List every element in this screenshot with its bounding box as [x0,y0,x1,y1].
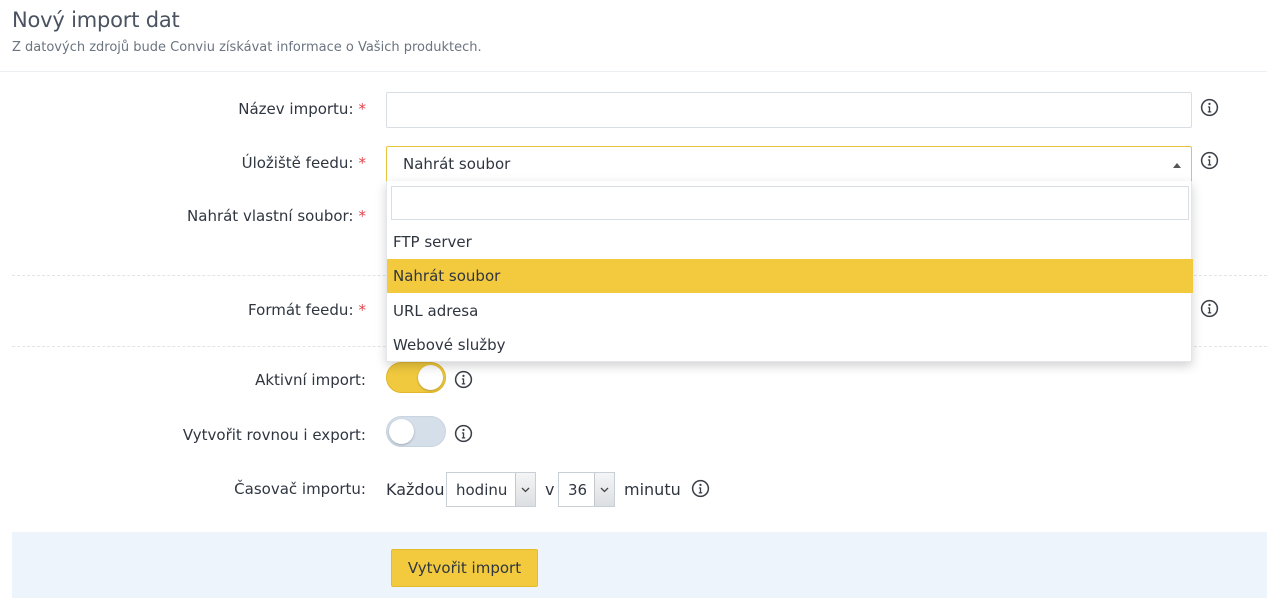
page-title: Nový import dat [12,8,180,32]
create-export-label: Vytvořit rovnou i export: [182,426,366,444]
required-mark: * [358,207,367,225]
import-name-input[interactable] [386,92,1192,128]
active-import-label: Aktivní import: [255,371,366,389]
feed-storage-selected-value: Nahrát soubor [403,155,511,173]
required-mark: * [358,154,367,172]
create-export-toggle[interactable] [386,416,446,447]
required-mark: * [358,100,367,118]
dropdown-option-url[interactable]: URL adresa [387,294,1193,328]
active-import-toggle[interactable] [386,362,446,393]
chevron-down-icon [515,473,535,506]
feed-storage-label: Úložiště feedu: * [241,154,367,172]
timer-minute-text: minutu [624,480,681,499]
feed-storage-select[interactable]: Nahrát soubor [386,146,1192,182]
feed-format-label: Formát feedu: * [248,301,366,319]
timer-minute-select[interactable]: 36 [558,472,615,507]
dropdown-option-webservices[interactable]: Webové služby [387,328,1193,362]
info-icon[interactable] [1200,299,1219,318]
timer-minute-value: 36 [568,480,588,499]
header-divider [0,71,1267,72]
info-icon[interactable] [691,479,710,498]
chevron-down-icon [594,473,614,506]
timer-at-text: v [545,480,555,499]
dropdown-option-upload[interactable]: Nahrát soubor [387,259,1193,293]
caret-up-icon [1173,163,1181,168]
required-mark: * [358,301,367,319]
import-name-label: Název importu: * [238,100,366,118]
info-icon[interactable] [1200,98,1219,117]
page-header: Nový import dat Z datových zdrojů bude C… [12,8,482,55]
toggle-knob [418,365,443,390]
info-icon[interactable] [454,424,473,443]
timer-every-text: Každou [386,480,445,499]
timer-unit-value: hodinu [456,480,508,499]
dropdown-option-ftp[interactable]: FTP server [387,225,1193,259]
import-timer-label: Časovač importu: [234,480,366,498]
feed-storage-dropdown: FTP server Nahrát soubor URL adresa Webo… [386,181,1193,362]
timer-unit-select[interactable]: hodinu [446,472,536,507]
upload-file-label: Nahrát vlastní soubor: * [187,207,366,225]
info-icon[interactable] [1200,151,1219,170]
create-import-button[interactable]: Vytvořit import [391,549,538,587]
info-icon[interactable] [454,370,473,389]
toggle-knob [389,419,414,444]
page-subtitle: Z datových zdrojů bude Conviu získávat i… [12,40,482,55]
form-actions-band [12,532,1267,598]
dropdown-search-input[interactable] [391,186,1189,220]
